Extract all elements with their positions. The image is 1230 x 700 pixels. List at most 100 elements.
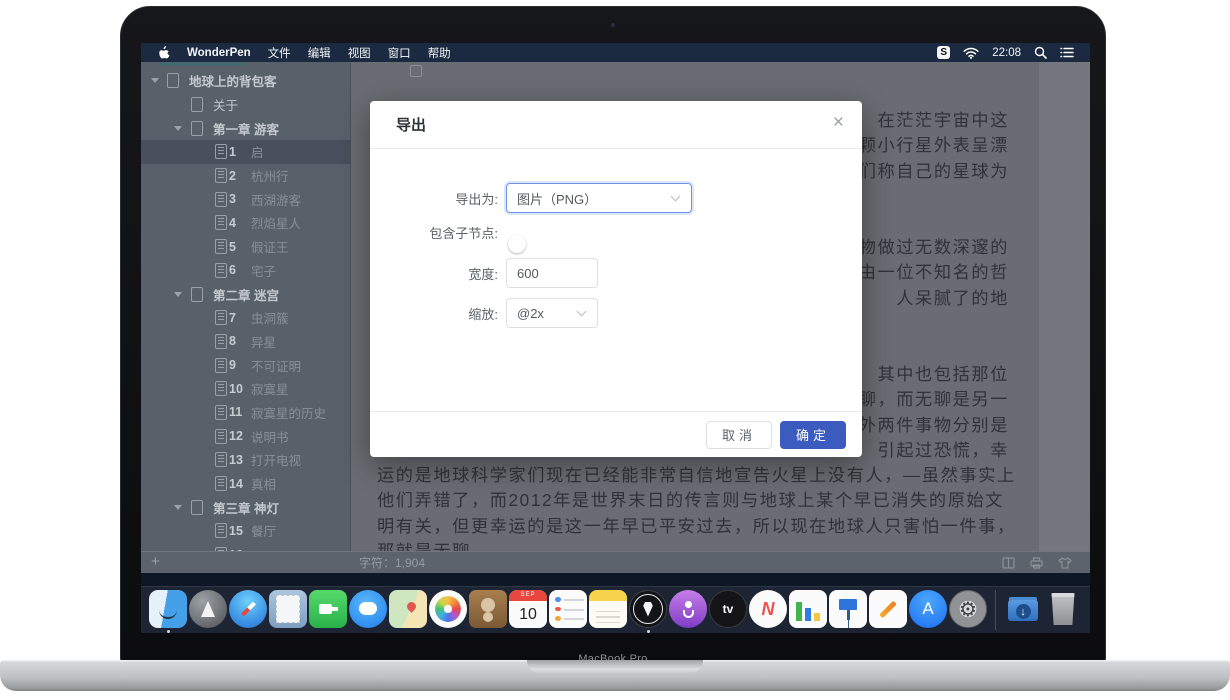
chevron-down-icon[interactable] [174,505,182,510]
tree-item-地球上的背包客[interactable]: 地球上的背包客 [141,69,350,93]
cancel-button[interactable]: 取消 [706,421,772,449]
tree-item-第一章 游客[interactable]: 第一章 游客 [141,116,350,140]
confirm-button[interactable]: 确定 [780,421,846,449]
text-line: 引起过恐慌，幸 [859,438,1009,463]
dock-icon-pages[interactable] [869,590,907,628]
add-node-button[interactable]: + [151,553,160,570]
print-icon[interactable] [1030,557,1043,569]
dock-icon-safari[interactable] [229,590,267,628]
tree-item-西湖游客[interactable]: 3西湖游客 [141,187,350,211]
proxy-icon[interactable]: S [937,46,950,59]
dock-icon-maps[interactable] [389,590,427,628]
document-icon [215,429,227,444]
menu-item-编辑[interactable]: 编辑 [308,45,331,61]
menu-item-文件[interactable]: 文件 [268,45,291,61]
menu-item-帮助[interactable]: 帮助 [428,45,451,61]
text-line [859,311,1009,336]
tree-item-打开电视[interactable]: 13打开电视 [141,448,350,472]
text-line: 物做过无数深邃的 [859,235,1009,260]
dock-icon-appletv[interactable]: tv [709,590,747,628]
document-icon [167,73,179,88]
document-tree: 地球上的背包客关于第一章 游客1启2杭州行3西湖游客4烈焰星人5假证王6宅子第二… [141,69,350,551]
dock-separator [995,590,996,630]
dock-icon-finder[interactable] [149,590,187,628]
tree-item-启[interactable]: 1启 [141,140,350,164]
tree-item-异星[interactable]: 8异星 [141,330,350,354]
dock-icon-keynote[interactable] [829,590,867,628]
field-label: 导出为: [370,189,498,208]
item-label: 说明书 [251,427,289,446]
tree-item-餐厅[interactable]: 15餐厅 [141,519,350,543]
wifi-icon[interactable] [963,47,979,59]
chevron-down-icon[interactable] [174,292,182,297]
tree-item-说明书[interactable]: 12说明书 [141,424,350,448]
dock-icon-podcasts[interactable] [669,590,707,628]
dialog-title: 导出 [396,114,426,135]
camera-icon [611,23,615,27]
dock-icon-numbers[interactable] [789,590,827,628]
item-number: 8 [229,334,236,348]
chevron-down-icon[interactable] [151,78,159,83]
tree-item-宅子[interactable]: 6宅子 [141,259,350,283]
dock-icon-facetime[interactable] [309,590,347,628]
document-icon [191,287,203,302]
menu-item-视图[interactable]: 视图 [348,45,371,61]
dock-icon-photos[interactable] [429,590,467,628]
toggle-knob [508,235,526,253]
dock: SEP10 tvN A⚙ ↓ [141,586,1090,633]
apple-icon[interactable] [159,46,170,59]
tree-item-烈焰星人[interactable]: 4烈焰星人 [141,211,350,235]
text-line: 其中也包括那位 [859,362,1009,387]
select-缩放:[interactable]: @2x [506,298,598,328]
dock-icon-wonderpen[interactable] [629,590,667,628]
item-number: 4 [229,216,236,230]
dock-icon-news[interactable]: N [749,590,787,628]
item-number: 2 [229,169,236,183]
document-icon [215,144,227,159]
dock-icon-launchpad[interactable] [189,590,227,628]
chevron-down-icon [577,307,587,317]
chevron-down-icon[interactable] [174,126,182,131]
dock-icon-mail[interactable] [269,590,307,628]
search-icon[interactable] [1034,46,1047,59]
split-view-icon[interactable] [1002,557,1015,569]
document-icon [191,97,203,112]
tree-item-真相[interactable]: 14真相 [141,472,350,496]
dock-icon-reminders[interactable] [549,590,587,628]
item-number: 6 [229,263,236,277]
dock-icon-sysprefs[interactable]: ⚙ [949,590,987,628]
clipped-library-item[interactable] [159,62,243,66]
menu-app-name[interactable]: WonderPen [187,47,251,59]
input-value: 600 [517,266,539,281]
scrollbar-track[interactable] [1039,62,1090,551]
dock-icon-notes[interactable] [589,590,627,628]
dock-icon-downloads[interactable]: ↓ [1004,590,1042,628]
dock-icon-calendar[interactable]: SEP10 [509,590,547,628]
tree-item-虫洞簇[interactable]: 7虫洞簇 [141,306,350,330]
editor-toolbar-icon[interactable] [410,65,422,77]
tree-item-第二章 迷宫[interactable]: 第二章 迷宫 [141,282,350,306]
tree-item-假证王[interactable]: 5假证王 [141,235,350,259]
tree-item[interactable]: 16 [141,543,350,551]
text-line: 人呆腻了的地 [859,286,1009,311]
select-导出为:[interactable]: 图片（PNG） [506,183,692,213]
tree-item-第三章 神灯[interactable]: 第三章 神灯 [141,495,350,519]
tree-item-不可证明[interactable]: 9不可证明 [141,353,350,377]
dock-icon-contacts[interactable] [469,590,507,628]
input-宽度:[interactable]: 600 [506,258,598,288]
document-icon [215,405,227,420]
tree-item-关于[interactable]: 关于 [141,93,350,117]
theme-icon[interactable] [1058,557,1072,569]
item-number: 1 [229,145,236,159]
menu-item-窗口[interactable]: 窗口 [388,45,411,61]
dock-icon-appstore[interactable]: A [909,590,947,628]
close-icon[interactable]: × [833,113,844,132]
calendar-day: 10 [519,601,537,628]
document-icon [215,452,227,467]
dock-icon-messages[interactable] [349,590,387,628]
dock-icon-trash[interactable] [1044,590,1082,628]
tree-item-寂寞星的历史[interactable]: 11寂寞星的历史 [141,401,350,425]
tree-item-寂寞星[interactable]: 10寂寞星 [141,377,350,401]
tree-item-杭州行[interactable]: 2杭州行 [141,164,350,188]
list-icon[interactable] [1060,47,1074,58]
